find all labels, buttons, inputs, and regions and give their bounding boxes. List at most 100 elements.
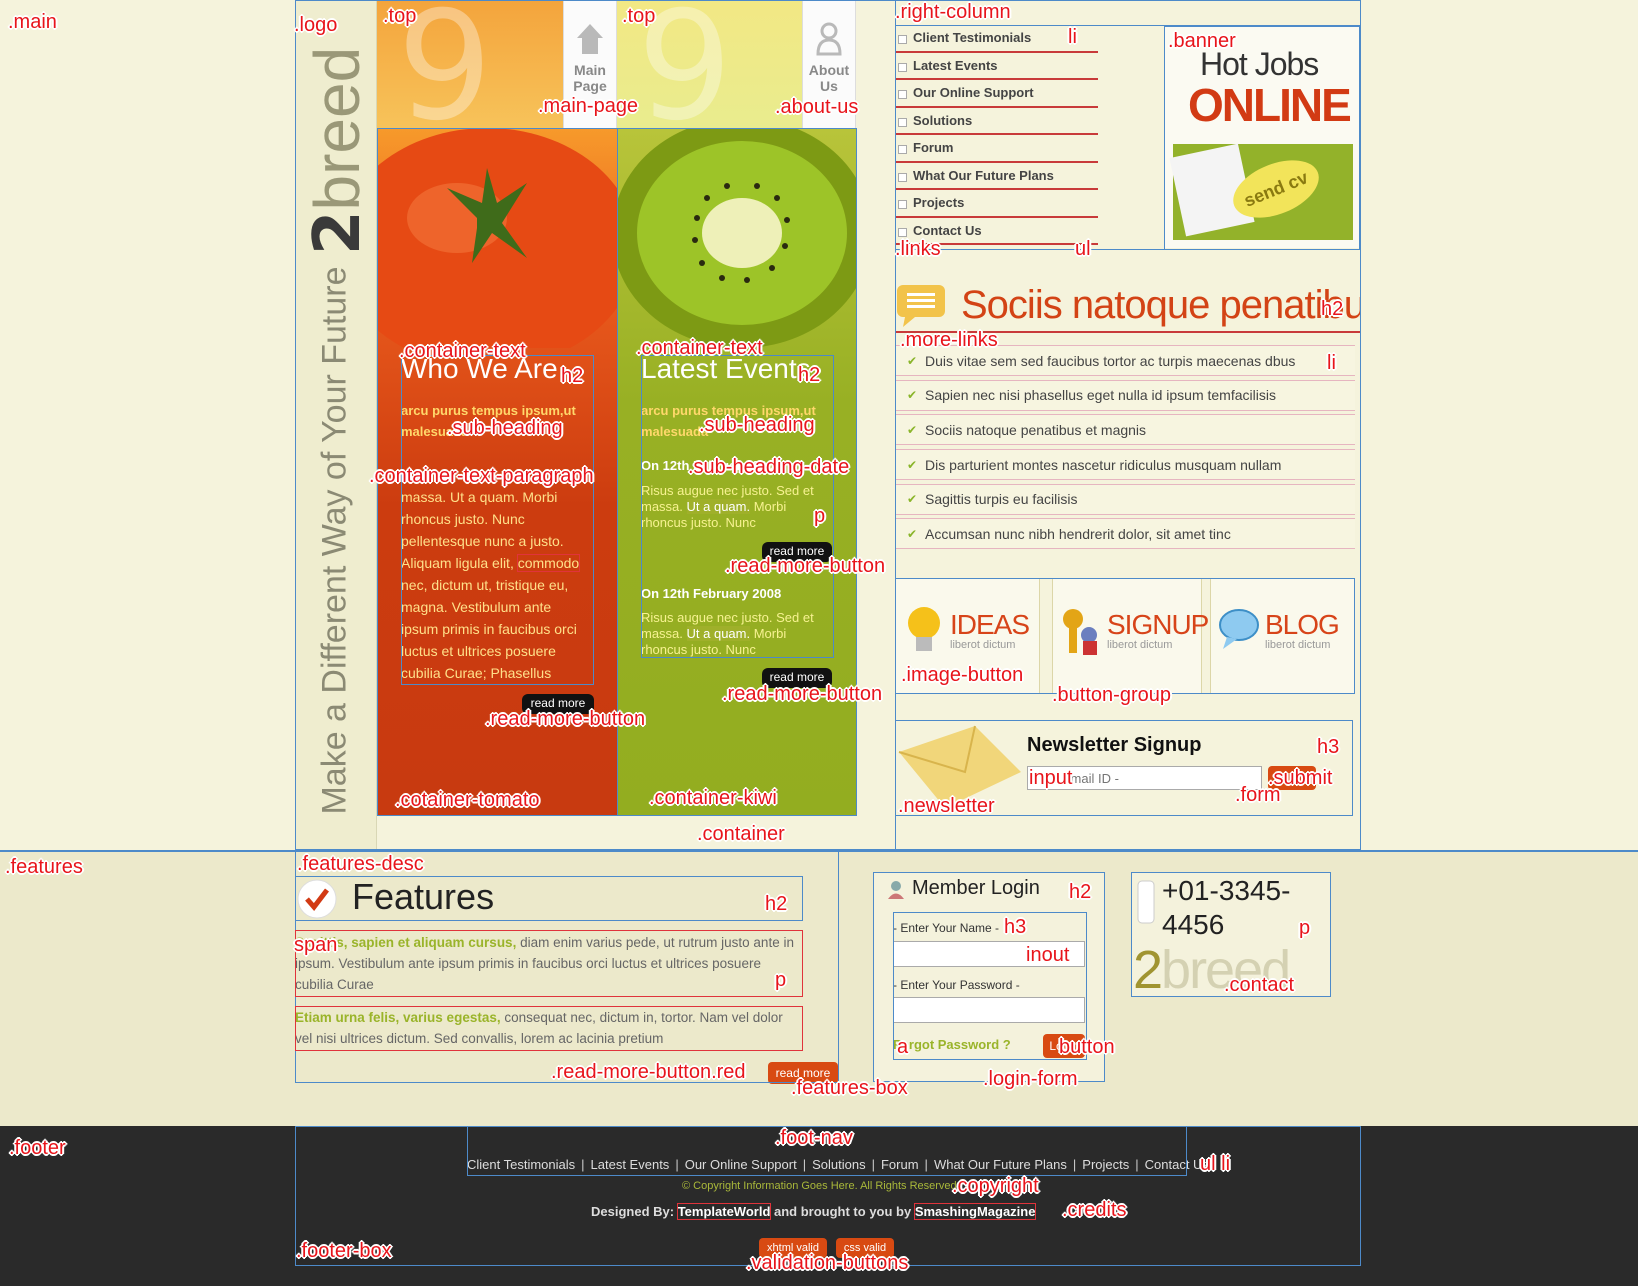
annotation-label: .container [697,823,785,845]
link-item[interactable]: Forum [895,135,1098,163]
annotation-label: .main [8,11,57,33]
smashingmagazine-link[interactable]: SmashingMagazine [913,1203,1037,1220]
footer-link[interactable]: Our Online Support [685,1157,797,1172]
annotation-label: h3 [1004,916,1027,938]
annotation-label: .read-more-button.red [551,1061,746,1083]
more-link-item[interactable]: Dis parturient montes nascetur ridiculus… [895,449,1355,481]
annotation-label: .logo [294,14,338,36]
contact-brand-number: 2 [1133,940,1163,1000]
annotation-label: .right-column [895,1,1011,23]
annotation-label: .container-text-paragraph [369,465,594,487]
link-item[interactable]: Solutions [895,108,1098,135]
annotation-label: ul [1075,238,1091,260]
annotation-label: .read-more-button [725,555,886,577]
annotation-label: .copyright [952,1175,1039,1197]
annotation-label: .main-page [538,95,639,117]
login-password-input[interactable] [893,997,1085,1023]
link-item[interactable]: What Our Future Plans [895,163,1098,190]
signup-button[interactable]: SIGNUP liberot dictum [1052,578,1209,694]
annotation-label: li [1068,26,1077,48]
link-item[interactable]: Projects [895,190,1098,218]
annotation-label: .validation-buttons [746,1252,909,1274]
annotation-label: li [1327,352,1336,374]
annotation-label: .credits [1062,1199,1127,1221]
annotation-label: a [897,1036,909,1058]
annotation-label: span [294,934,338,956]
checkmark-circle-icon [297,879,337,919]
annotation-label: .container-text [636,337,763,359]
blog-subtitle: liberot dictum [1265,639,1331,651]
blog-button[interactable]: BLOG liberot dictum [1210,578,1355,694]
speech-bubble-icon [897,285,945,327]
footer-link[interactable]: Latest Events [591,1157,670,1172]
annotation-label: .sub-heading [699,414,815,436]
annotation-label: h2 [1069,881,1092,903]
more-links-list: Duis vitae sem sed faucibus tortor ac tu… [895,345,1355,553]
annotation-label: .container-kiwi [649,787,777,809]
templateworld-link[interactable]: TemplateWorld [676,1203,772,1220]
key-icon [1063,609,1097,655]
more-link-item[interactable]: Sociis natoque penatibus et magnis [895,414,1355,446]
more-link-item[interactable]: Accumsan nunc nibh hendrerit dolor, sit … [895,518,1355,550]
features-title: Features [352,876,495,917]
annotation-label: .banner [1168,30,1236,52]
about-us-label: About Us [808,62,850,94]
annotation-label: p [814,505,826,527]
annotation-label: .read-more-button [485,708,646,730]
annotation-label: ul li [1200,1153,1231,1175]
credits-middle: and brought to you by [770,1204,915,1219]
annotation-label: h3 [1317,736,1340,758]
newsletter-title: Newsletter Signup [1027,734,1202,756]
footer-link[interactable]: What Our Future Plans [934,1157,1067,1172]
footer-link[interactable]: Forum [881,1157,919,1172]
annotation-label: .features-desc [297,853,424,875]
banner-image: send cv [1169,143,1353,240]
annotation-label: .contact [1224,974,1295,996]
ideas-subtitle: liberot dictum [950,639,1016,651]
kiwi-paragraph-1: Risus augue nec justo. Sed et massa. Ut … [641,483,831,531]
features-span-2: Etiam urna felis, varius egestas, [295,1010,501,1025]
annotation-label: .footer [9,1137,66,1159]
tomato-paragraph-text-end: nec, dictum ut, tristique eu, magna. Ves… [401,577,577,681]
commodo-link[interactable]: commodo [516,554,581,572]
kiwi-paragraph-2: Risus augue nec justo. Sed et massa. Ut … [641,610,831,658]
annotation-label: .image-button [901,664,1024,686]
tomato-paragraph: massa. Ut a quam. Morbi rhoncus justo. N… [401,486,591,686]
links-list: Client Testimonials Latest Events Our On… [895,25,1098,245]
annotation-label: .top [383,5,417,27]
main-page-label: Main Page [573,62,607,94]
footer-link[interactable]: Client Testimonials [467,1157,575,1172]
annotation-label: h2 [1321,298,1344,320]
forgot-password-link[interactable]: Forgot Password ? [893,1037,1011,1052]
annotation-label: h2 [561,365,584,387]
link-item[interactable]: Our Online Support [895,80,1098,108]
banner-line2: ONLINE [1188,79,1352,131]
annotation-label: .cotainer-tomato [395,789,540,811]
banner[interactable]: Hot Jobs ONLINE send cv [1164,26,1360,248]
annotation-label: h2 [798,364,821,386]
footer-link[interactable]: Solutions [812,1157,865,1172]
annotation-label: .sub-heading-date [688,456,850,478]
annotation-label: .features-box [791,1077,908,1099]
annotation-label: .links [895,238,941,260]
annotation-label: input [1029,767,1073,789]
link-item[interactable]: Latest Events [895,53,1098,80]
logo-word: breed [301,46,373,211]
annotation-label: p [1299,917,1311,939]
footer-link[interactable]: Projects [1082,1157,1129,1172]
more-link-item[interactable]: Sapien nec nisi phasellus eget nulla id … [895,379,1355,411]
login-password-label: - Enter Your Password - [893,978,1020,992]
tagline: Make a Different Way of Your Future [300,266,370,814]
blog-title: BLOG [1265,609,1340,640]
phone-icon [1137,880,1155,924]
tomato-image [377,128,617,348]
home-icon [577,24,603,54]
ideas-title: IDEAS [950,609,1030,640]
credits-prefix: Designed By: [591,1204,678,1219]
kiwi-para2-highlight: Ut a quam. [686,626,751,641]
annotation-label: .more-links [900,329,998,351]
features-paragraph-1: Sagittis, sapien et aliquam cursus, diam… [295,932,800,995]
kiwi-image [617,128,857,348]
logo[interactable]: 2 breed [300,40,375,260]
more-link-item[interactable]: Sagittis turpis eu facilisis [895,483,1355,515]
